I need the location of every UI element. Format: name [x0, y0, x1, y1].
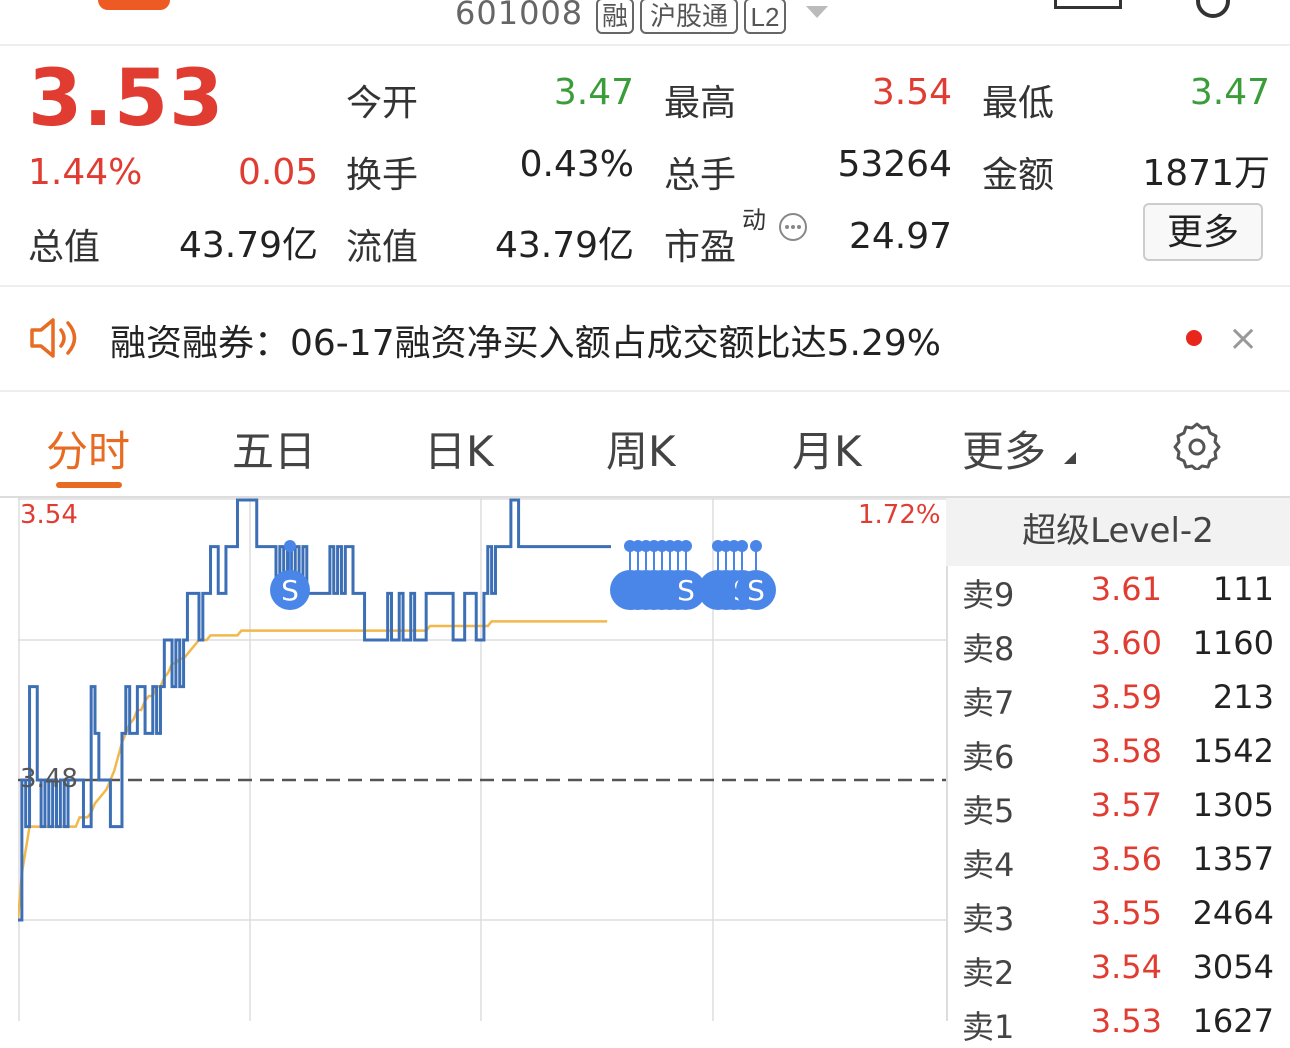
- ask-volume: 111: [1212, 570, 1274, 608]
- low-value: 3.47: [1189, 72, 1270, 113]
- ask-price: 3.58: [1090, 732, 1162, 770]
- unread-dot: [1186, 330, 1202, 346]
- turnover-value: 0.43%: [519, 144, 634, 185]
- ask-level-label: 卖1: [962, 1008, 1015, 1046]
- level2-tag: L2: [744, 0, 786, 34]
- connect-tag: 沪股通: [640, 0, 738, 34]
- open-value: 3.47: [553, 72, 634, 113]
- caret-icon: [1064, 452, 1076, 464]
- ask-volume: 3054: [1192, 948, 1274, 986]
- ask-level-label: 卖7: [962, 684, 1015, 722]
- level2-title[interactable]: 超级Level-2: [946, 498, 1290, 566]
- avg-price-line: [18, 620, 608, 921]
- turnover-label: 换手: [346, 155, 419, 196]
- volume-value: 53264: [837, 144, 952, 185]
- tab-daily-k[interactable]: 日K: [424, 418, 494, 479]
- more-button[interactable]: 更多: [1143, 203, 1263, 261]
- chevron-down-icon[interactable]: [806, 6, 828, 18]
- tab-five-day[interactable]: 五日: [232, 418, 316, 479]
- speaker-icon: [30, 318, 77, 358]
- low-label: 最低: [982, 83, 1055, 124]
- tab-intraday[interactable]: 分时: [46, 418, 130, 479]
- price-line: [18, 498, 611, 922]
- ask-level-label: 卖5: [962, 792, 1015, 830]
- ask-volume: 2464: [1192, 894, 1274, 932]
- ask-volume: 1305: [1192, 786, 1274, 824]
- ask-volume: 1357: [1192, 840, 1274, 878]
- market-cap-label: 总值: [28, 227, 101, 268]
- marker-label: S: [677, 574, 695, 607]
- float-cap-value: 43.79亿: [494, 225, 634, 266]
- ask-volume: 1542: [1192, 732, 1274, 770]
- axis-top-percent: 1.72%: [858, 500, 941, 530]
- axis-top-price: 3.54: [20, 500, 78, 530]
- high-label: 最高: [664, 83, 737, 124]
- share-icon[interactable]: [1054, 0, 1122, 9]
- marker-label: S: [281, 574, 299, 607]
- divider: [0, 390, 1290, 392]
- tab-monthly-k[interactable]: 月K: [792, 418, 862, 479]
- ask-level-label: 卖9: [962, 576, 1015, 614]
- ask-price: 3.54: [1090, 948, 1162, 986]
- high-value: 3.54: [871, 72, 952, 113]
- app-logo: [98, 0, 170, 10]
- ask-level-label: 卖2: [962, 954, 1015, 992]
- ask-volume: 1627: [1192, 1002, 1274, 1040]
- tab-weekly-k[interactable]: 周K: [606, 418, 676, 479]
- ask-price: 3.56: [1090, 840, 1162, 878]
- change-percent: 1.44%: [28, 152, 143, 193]
- margin-trading-notice[interactable]: 融资融券：06-17融资净买入额占成交额比达5.29%: [110, 314, 941, 366]
- tab-more[interactable]: 更多: [962, 418, 1046, 479]
- gear-icon[interactable]: [1172, 420, 1222, 470]
- ask-volume: 1160: [1192, 624, 1274, 662]
- intraday-chart[interactable]: SSSSSSSSSSSSSS: [18, 498, 946, 1021]
- divider: [0, 285, 1290, 287]
- amount-label: 金额: [982, 155, 1055, 196]
- pe-label: 市盈: [664, 227, 737, 268]
- close-icon[interactable]: ×: [1228, 318, 1258, 359]
- open-label: 今开: [346, 83, 419, 124]
- change-amount: 0.05: [238, 152, 319, 193]
- ask-price: 3.61: [1090, 570, 1162, 608]
- marker-label: S: [747, 574, 765, 607]
- ask-level-label: 卖8: [962, 630, 1015, 668]
- margin-tag: 融: [596, 0, 634, 34]
- ask-level-label: 卖3: [962, 900, 1015, 938]
- chart-grid: [18, 498, 946, 1021]
- float-cap-label: 流值: [346, 227, 419, 268]
- ask-level-label: 卖4: [962, 846, 1015, 884]
- axis-reference-price: 3.48: [20, 764, 78, 794]
- ask-price: 3.53: [1090, 1002, 1162, 1040]
- ask-volume: 213: [1212, 678, 1274, 716]
- ask-level-label: 卖6: [962, 738, 1015, 776]
- ask-price: 3.59: [1090, 678, 1162, 716]
- active-tab-indicator: [56, 482, 122, 488]
- stock-code: 601008: [455, 0, 584, 32]
- amount-value: 1871万: [1142, 153, 1270, 194]
- more-info-icon[interactable]: [778, 212, 808, 242]
- pe-dynamic-mark: 动: [742, 206, 766, 234]
- ask-price: 3.57: [1090, 786, 1162, 824]
- ask-price: 3.60: [1090, 624, 1162, 662]
- volume-label: 总手: [664, 155, 737, 196]
- ask-price: 3.55: [1090, 894, 1162, 932]
- market-cap-value: 43.79亿: [178, 225, 318, 266]
- pe-value: 24.97: [848, 216, 952, 257]
- last-price: 3.53: [28, 54, 225, 144]
